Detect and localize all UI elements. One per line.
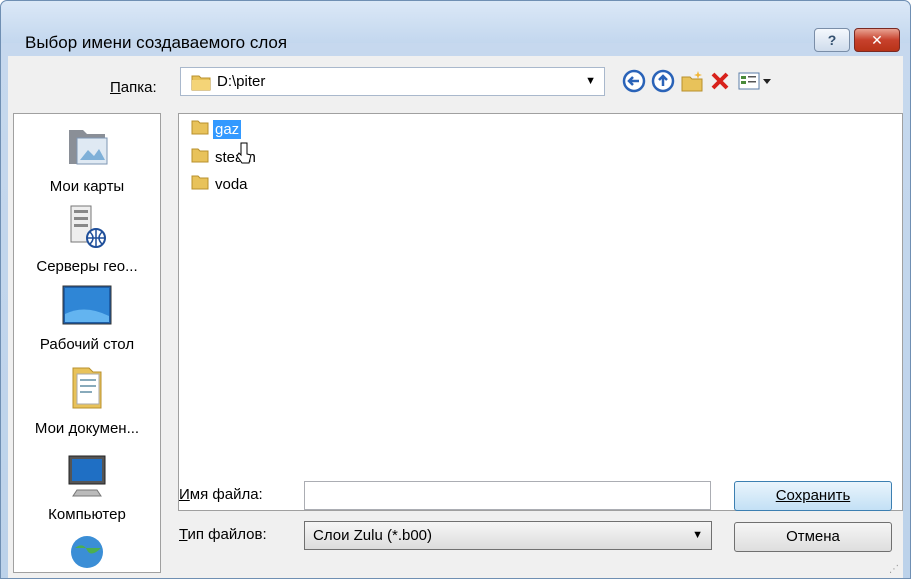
- window-title: Выбор имени создаваемого слоя: [25, 33, 288, 52]
- dialog-body: Папка: D:\piter ▼ Мои карты Серверы гео.…: [8, 56, 903, 578]
- file-name: voda: [215, 175, 248, 193]
- back-icon[interactable]: [622, 69, 646, 93]
- place-label: Серверы гео...: [36, 258, 138, 275]
- file-name: gaz: [213, 119, 242, 139]
- place-geo-servers[interactable]: Серверы гео...: [14, 202, 160, 275]
- computer-icon: [14, 454, 160, 502]
- folder-path-text: D:\piter: [217, 73, 266, 90]
- title-bar: Выбор имени создаваемого слоя ? ✕: [1, 1, 910, 52]
- folder-label: Папка:: [110, 79, 157, 96]
- folder-icon: [191, 146, 209, 168]
- place-my-documents[interactable]: Мои докумен...: [14, 364, 160, 437]
- filetype-select[interactable]: Слои Zulu (*.b00) ▼: [304, 521, 712, 550]
- resize-grip-icon[interactable]: ⋰: [889, 564, 899, 575]
- filename-input[interactable]: [304, 481, 711, 510]
- file-list[interactable]: gaz steam voda: [178, 113, 903, 511]
- desktop-icon: [14, 284, 160, 332]
- chevron-down-icon: ▼: [692, 529, 703, 541]
- geo-servers-icon: [14, 202, 160, 254]
- up-folder-icon[interactable]: [651, 69, 675, 93]
- list-item[interactable]: voda: [191, 173, 250, 195]
- chevron-down-icon: ▼: [585, 75, 596, 87]
- mouse-cursor-icon: [236, 142, 252, 168]
- my-maps-icon: [14, 122, 160, 174]
- network-icon: [14, 534, 160, 572]
- save-button-label: Сохранить: [775, 487, 851, 504]
- place-label: Мои карты: [49, 178, 125, 195]
- filetype-label: Тип файлов:: [179, 526, 267, 543]
- view-menu-icon[interactable]: [737, 69, 773, 93]
- place-label: Мои докумен...: [34, 420, 140, 437]
- places-bar: Мои карты Серверы гео... Рабочий стол Мо…: [13, 113, 161, 573]
- folder-icon: [191, 173, 209, 195]
- save-button[interactable]: Сохранить: [734, 481, 892, 511]
- place-my-maps[interactable]: Мои карты: [14, 122, 160, 195]
- delete-icon[interactable]: [708, 69, 732, 93]
- place-label: Компьютер: [48, 506, 126, 523]
- filetype-value: Слои Zulu (*.b00): [313, 527, 433, 544]
- cancel-button[interactable]: Отмена: [734, 522, 892, 552]
- help-button[interactable]: ?: [814, 28, 850, 52]
- place-network[interactable]: [14, 534, 160, 572]
- my-documents-icon: [14, 364, 160, 416]
- dialog-window: Выбор имени создаваемого слоя ? ✕ Папка:…: [0, 0, 911, 579]
- close-button[interactable]: ✕: [854, 28, 900, 52]
- place-desktop[interactable]: Рабочий стол: [14, 284, 160, 353]
- folder-icon: [191, 72, 211, 96]
- place-label: Рабочий стол: [39, 336, 135, 353]
- new-folder-icon[interactable]: [680, 69, 704, 93]
- folder-path-combo[interactable]: D:\piter ▼: [180, 67, 605, 96]
- folder-icon: [191, 118, 209, 140]
- filename-label: Имя файла:: [179, 486, 263, 503]
- place-computer[interactable]: Компьютер: [14, 454, 160, 523]
- list-item[interactable]: gaz: [191, 118, 242, 140]
